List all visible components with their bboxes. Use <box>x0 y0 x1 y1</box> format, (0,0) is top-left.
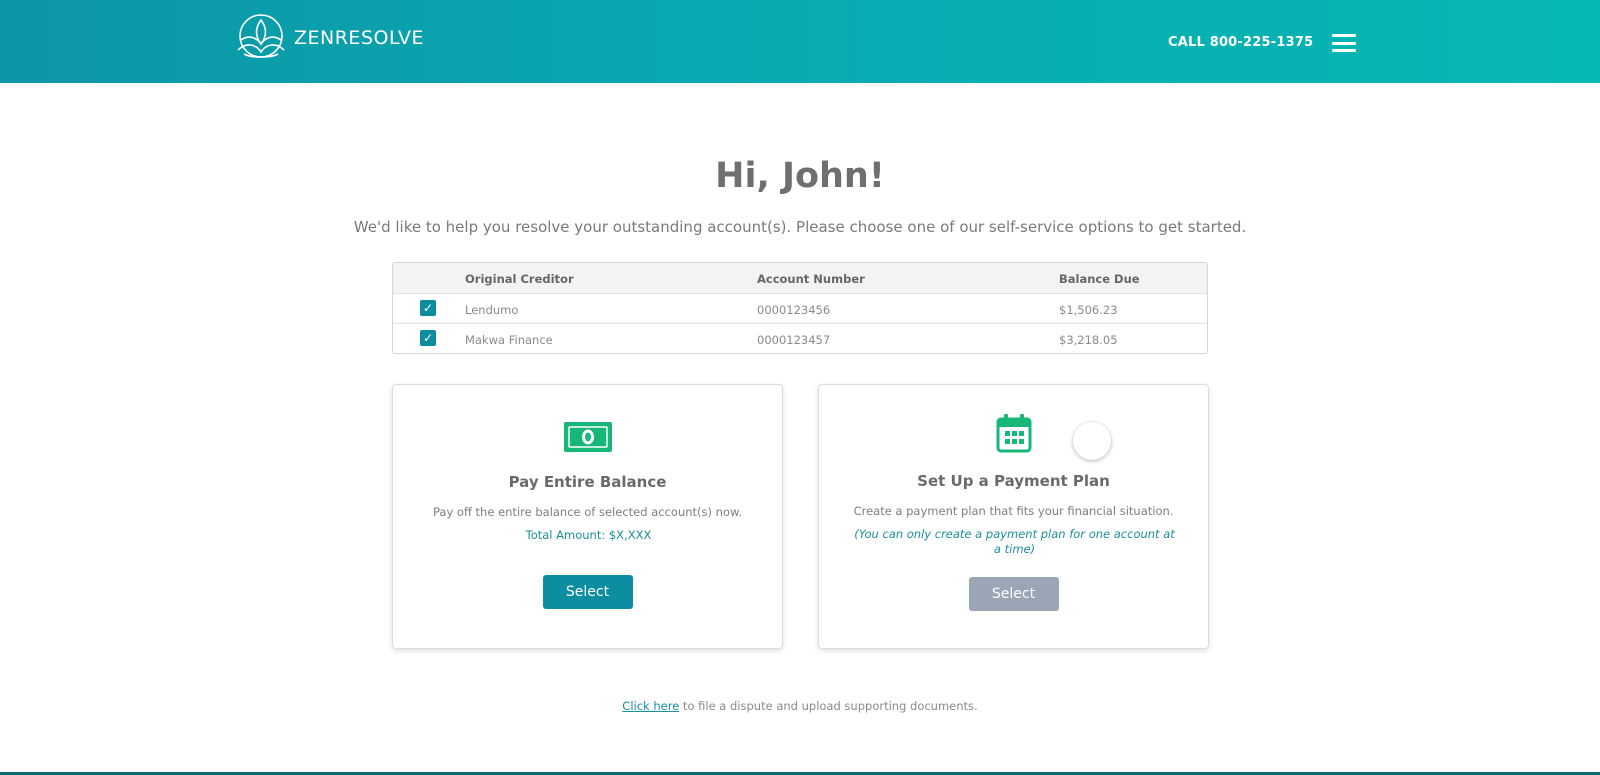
cursor-indicator <box>1073 422 1111 460</box>
account-number-cell: 0000123456 <box>757 303 831 317</box>
account-checkbox[interactable]: ✓ <box>420 300 436 316</box>
balance-cell: $1,506.23 <box>1059 303 1118 317</box>
table-row: ✓ Lendumo 0000123456 $1,506.23 <box>393 293 1207 323</box>
table-row: ✓ Makwa Finance 0000123457 $3,218.05 <box>393 323 1207 353</box>
select-payment-plan-button[interactable]: Select <box>968 577 1059 611</box>
account-checkbox[interactable]: ✓ <box>420 330 436 346</box>
card-description: Pay off the entire balance of selected a… <box>433 505 742 519</box>
creditor-cell: Makwa Finance <box>465 333 553 347</box>
column-header-balance: Balance Due <box>1059 272 1140 286</box>
brand-logo[interactable]: ZENRESOLVE <box>234 14 424 62</box>
brand-name: ZENRESOLVE <box>294 27 424 49</box>
hamburger-menu-icon[interactable] <box>1332 34 1356 52</box>
call-phone-link[interactable]: CALL 800-225-1375 <box>1168 35 1313 50</box>
site-header: ZENRESOLVE CALL 800-225-1375 <box>0 0 1600 83</box>
page: ZENRESOLVE CALL 800-225-1375 Hi, John! W… <box>0 0 1600 775</box>
total-amount: Total Amount: $X,XXX <box>525 528 652 542</box>
balance-cell: $3,218.05 <box>1059 333 1118 347</box>
payment-plan-card: Set Up a Payment Plan Create a payment p… <box>818 384 1209 649</box>
card-title: Set Up a Payment Plan <box>917 472 1110 490</box>
creditor-cell: Lendumo <box>465 303 519 317</box>
dispute-description: to file a dispute and upload supporting … <box>679 699 978 713</box>
accounts-table: Original Creditor Account Number Balance… <box>392 262 1208 354</box>
dispute-text: Click here to file a dispute and upload … <box>0 699 1600 713</box>
page-title: Hi, John! <box>715 156 885 196</box>
column-header-creditor: Original Creditor <box>465 272 574 286</box>
account-number-cell: 0000123457 <box>757 333 831 347</box>
table-header-row: Original Creditor Account Number Balance… <box>393 263 1207 293</box>
calendar-icon <box>996 414 1031 453</box>
dispute-link[interactable]: Click here <box>622 699 679 713</box>
intro-text: We'd like to help you resolve your outst… <box>353 218 1247 236</box>
pay-entire-balance-card: Pay Entire Balance Pay off the entire ba… <box>392 384 783 649</box>
select-pay-entire-button[interactable]: Select <box>542 575 633 609</box>
lotus-logo-icon <box>237 14 285 58</box>
payment-plan-note: (You can only create a payment plan for … <box>854 527 1175 556</box>
card-title: Pay Entire Balance <box>508 473 667 491</box>
column-header-account: Account Number <box>757 272 865 286</box>
cash-icon <box>563 422 612 452</box>
card-description: Create a payment plan that fits your fin… <box>853 504 1174 518</box>
